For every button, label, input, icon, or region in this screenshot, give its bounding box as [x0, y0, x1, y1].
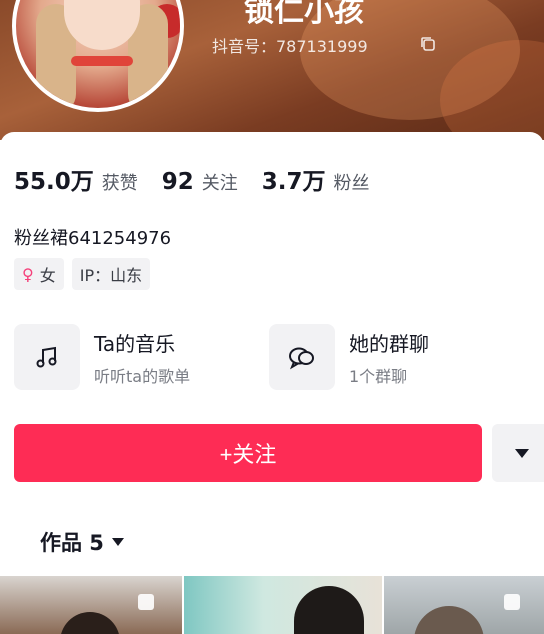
- video-thumbnail[interactable]: [184, 576, 382, 634]
- group-icon-box: [269, 324, 335, 390]
- douyin-id: 抖音号：787131999: [212, 37, 368, 56]
- profile-cover: 锁仁小孩 抖音号：787131999: [0, 0, 544, 140]
- avatar-collar: [71, 56, 133, 66]
- stat-fans[interactable]: 3.7万 粉丝: [262, 162, 370, 196]
- group-chat-entry[interactable]: 她的群聊 1个群聊: [269, 324, 429, 390]
- tab-works[interactable]: 作品 5: [40, 527, 124, 557]
- fans-count: 3.7万: [261, 169, 326, 195]
- works-grid: [0, 576, 544, 634]
- music-title: Ta的音乐: [94, 331, 176, 356]
- music-icon-box: [14, 324, 80, 390]
- profile-card: 55.0万 获赞 92 关注 3.7万 粉丝 粉丝裙641254976 ♀ 女 …: [0, 132, 544, 634]
- likes-label: 获赞: [101, 173, 138, 194]
- fans-label: 粉丝: [333, 173, 370, 194]
- thumb-figure: [414, 606, 484, 634]
- following-count: 92: [161, 169, 194, 195]
- stat-likes: 55.0万 获赞: [14, 162, 138, 196]
- thumb-figure: [294, 586, 364, 634]
- more-options-button[interactable]: [492, 424, 544, 482]
- tag-row: ♀ 女 IP：山东: [14, 258, 158, 290]
- following-label: 关注: [201, 173, 238, 194]
- female-icon: ♀: [22, 264, 34, 284]
- music-note-icon: [36, 346, 57, 368]
- stats-row: 55.0万 获赞 92 关注 3.7万 粉丝: [14, 162, 394, 196]
- triangle-down-icon: [515, 448, 529, 458]
- gender-tag: ♀ 女: [14, 258, 64, 290]
- music-subtitle: 听听ta的歌单: [94, 366, 191, 386]
- group-title: 她的群聊: [349, 331, 429, 356]
- video-thumbnail[interactable]: [384, 576, 544, 634]
- thumb-figure: [60, 612, 120, 634]
- avatar[interactable]: [12, 0, 184, 112]
- music-entry[interactable]: Ta的音乐 听听ta的歌单: [14, 324, 190, 390]
- copy-icon[interactable]: [420, 36, 436, 52]
- music-text: Ta的音乐 听听ta的歌单: [94, 328, 190, 387]
- chat-bubbles-icon: [289, 347, 314, 370]
- follow-button[interactable]: +关注: [14, 424, 482, 482]
- group-text: 她的群聊 1个群聊: [349, 328, 429, 387]
- bio-text: 粉丝裙641254976: [14, 228, 172, 249]
- gender-label: 女: [39, 266, 56, 285]
- video-thumbnail[interactable]: [0, 576, 182, 634]
- chevron-down-icon: [111, 538, 124, 546]
- stat-following[interactable]: 92 关注: [162, 169, 238, 195]
- likes-count: 55.0万: [14, 169, 94, 195]
- pin-icon: [504, 594, 520, 610]
- group-subtitle: 1个群聊: [349, 366, 408, 386]
- works-tab-label: 作品 5: [40, 531, 104, 555]
- entry-row: Ta的音乐 听听ta的歌单 她的群聊 1个群聊: [14, 324, 534, 390]
- ip-label: IP：山东: [79, 266, 143, 285]
- nickname: 锁仁小孩: [244, 0, 364, 29]
- ip-tag: IP：山东: [71, 258, 151, 290]
- pin-icon: [138, 594, 154, 610]
